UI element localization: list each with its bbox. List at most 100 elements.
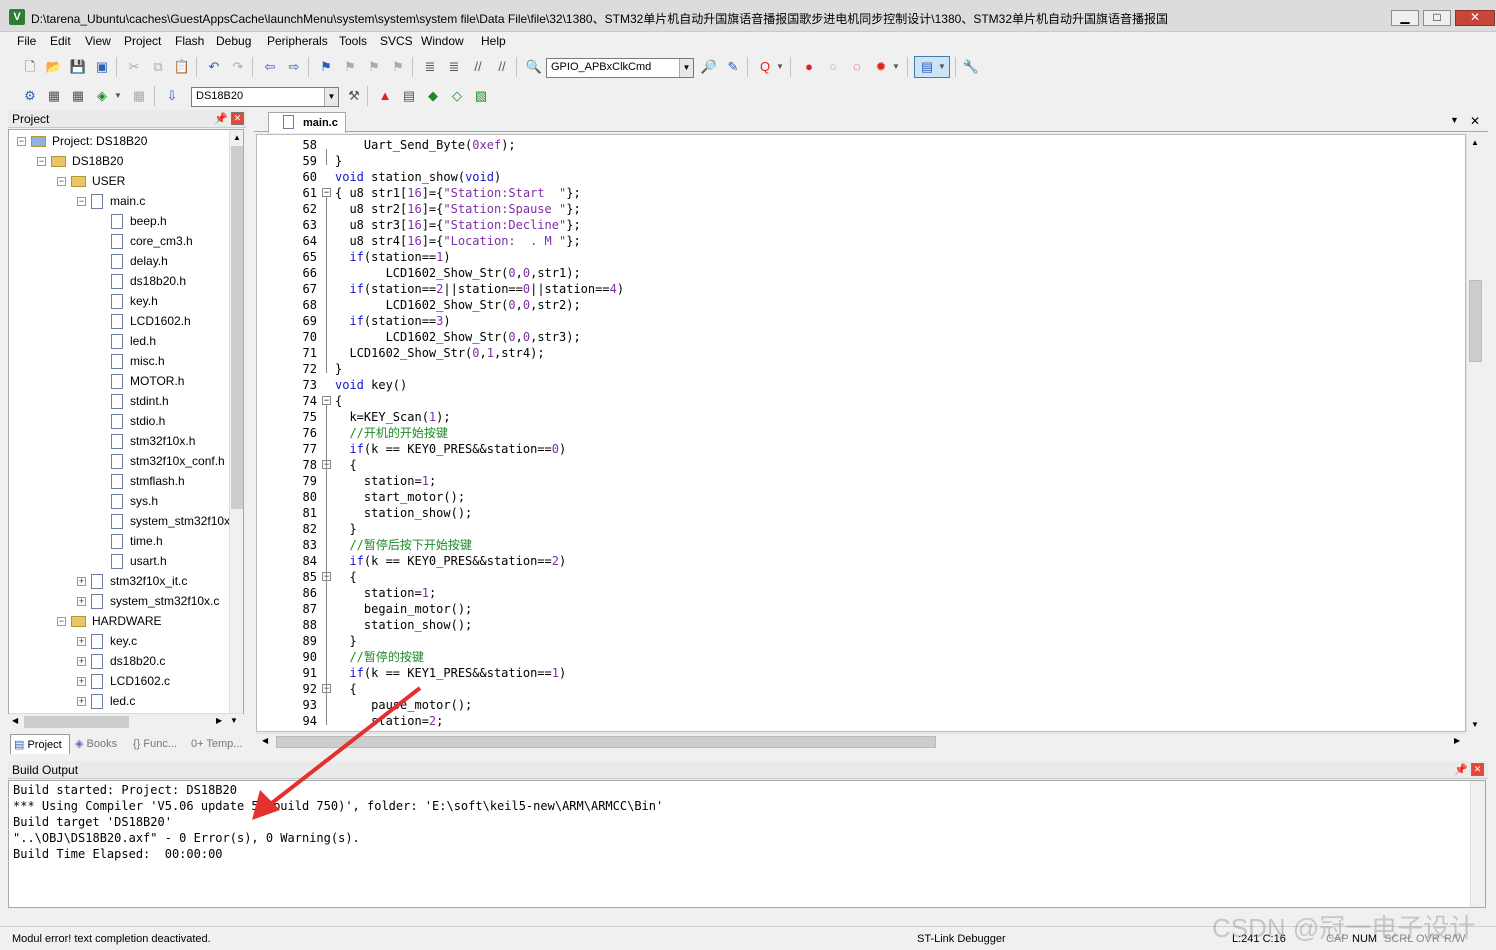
tree-item[interactable]: stdint.h	[111, 391, 169, 411]
tree-item[interactable]: MOTOR.h	[111, 371, 184, 391]
tree-item[interactable]: stdio.h	[111, 411, 165, 431]
redo-icon[interactable]: ↷	[229, 58, 247, 76]
editor-scrollbar-thumb[interactable]	[1469, 280, 1482, 362]
tab-project[interactable]: ▤ Project	[10, 734, 70, 754]
tree-scrollbar[interactable]: ▲	[229, 130, 243, 713]
expand-toggle[interactable]: +	[77, 637, 86, 646]
expand-toggle[interactable]: +	[77, 677, 86, 686]
tab-main-c[interactable]: main.c	[268, 112, 346, 133]
menu-svcs[interactable]: SVCS	[380, 34, 413, 48]
tree-item[interactable]: system_stm32f10x.c	[91, 591, 219, 611]
chevron-down-icon[interactable]: ▼	[891, 58, 901, 76]
minimize-button[interactable]: ▁	[1391, 10, 1419, 26]
editor-hscrollbar[interactable]: ◀ ▶	[256, 733, 1466, 749]
target-combo[interactable]: DS18B20	[191, 87, 339, 107]
collapse-toggle[interactable]: −	[57, 177, 66, 186]
expand-toggle[interactable]: +	[77, 697, 86, 706]
tree-item[interactable]: time.h	[111, 531, 163, 551]
tree-hscrollbar[interactable]: ◀ ▶ ▼	[9, 713, 243, 729]
chevron-down-icon[interactable]: ▼	[113, 87, 123, 105]
expand-toggle[interactable]: +	[77, 657, 86, 666]
next-bookmark-icon[interactable]: ⚑	[365, 58, 383, 76]
tree-item[interactable]: ds18b20.c	[91, 651, 165, 671]
clear-bookmarks-icon[interactable]: ⚑	[389, 58, 407, 76]
build-icon[interactable]: ▦	[45, 87, 63, 105]
find-combo[interactable]: GPIO_APBxClkCmd	[546, 58, 694, 78]
tree-item[interactable]: sys.h	[111, 491, 158, 511]
new-file-icon[interactable]: 🗋	[21, 58, 39, 76]
tree-item[interactable]: LCD1602.c	[91, 671, 170, 691]
target-options-icon[interactable]: ⚒	[345, 87, 363, 105]
menu-window[interactable]: Window	[421, 34, 464, 48]
menu-file[interactable]: File	[17, 34, 36, 48]
indent-icon[interactable]: ≣	[421, 58, 439, 76]
tree-item[interactable]: misc.h	[111, 351, 165, 371]
comment-icon[interactable]: //	[469, 58, 487, 76]
pack-installer-icon[interactable]: ◇	[448, 87, 466, 105]
close-tab-icon[interactable]: ✕	[1470, 114, 1480, 128]
manage-project-icon[interactable]: ▲	[376, 87, 394, 105]
tree-item[interactable]: stm32f10x_conf.h	[111, 451, 225, 471]
pin-icon[interactable]: 📌	[214, 112, 228, 125]
download-icon[interactable]: ⇩	[163, 87, 181, 105]
chevron-down-icon[interactable]: ▼	[937, 58, 947, 76]
menu-edit[interactable]: Edit	[50, 34, 71, 48]
tree-item[interactable]: beep.h	[111, 211, 167, 231]
menu-help[interactable]: Help	[481, 34, 506, 48]
configure-icon[interactable]: 🔧	[962, 58, 980, 76]
undo-icon[interactable]: ↶	[205, 58, 223, 76]
tree-item[interactable]: ds18b20.h	[111, 271, 186, 291]
tab-books[interactable]: ◈ Books	[72, 734, 132, 754]
tree-item[interactable]: Project: DS18B20	[31, 131, 147, 151]
select-packs-icon[interactable]: ◆	[424, 87, 442, 105]
nav-forward-icon[interactable]: ⇨	[285, 58, 303, 76]
chevron-up-icon[interactable]: ▲	[1471, 138, 1479, 147]
chevron-up-icon[interactable]: ▲	[230, 130, 244, 146]
collapse-toggle[interactable]: −	[77, 197, 86, 206]
close-button[interactable]: ✕	[1455, 10, 1495, 26]
start-debug-icon[interactable]: Q	[756, 58, 774, 76]
output-scrollbar[interactable]	[1470, 781, 1485, 907]
window-layout-icon[interactable]: ▤	[918, 58, 936, 76]
chevron-down-icon[interactable]: ▼	[1450, 115, 1459, 125]
collapse-toggle[interactable]: −	[37, 157, 46, 166]
open-file-icon[interactable]: 📂	[45, 58, 63, 76]
translate-icon[interactable]: ⚙	[21, 87, 39, 105]
tree-item[interactable]: led.h	[111, 331, 156, 351]
chevron-down-icon[interactable]: ▼	[324, 88, 338, 106]
expand-toggle[interactable]: +	[77, 577, 86, 586]
expand-toggle[interactable]: +	[77, 597, 86, 606]
chevron-down-icon[interactable]: ▼	[679, 59, 693, 77]
menu-project[interactable]: Project	[124, 34, 161, 48]
uncomment-icon[interactable]: //	[493, 58, 511, 76]
chevron-right-icon[interactable]: ▶	[1454, 736, 1460, 745]
menu-debug[interactable]: Debug	[216, 34, 251, 48]
editor-scrollbar[interactable]: ▲ ▼	[1466, 134, 1484, 732]
find-in-files-icon[interactable]: 🔍	[525, 58, 543, 76]
menu-flash[interactable]: Flash	[175, 34, 204, 48]
save-all-icon[interactable]: ▣	[93, 58, 111, 76]
tree-hscrollbar-thumb[interactable]	[24, 716, 129, 728]
menu-peripherals[interactable]: Peripherals	[267, 34, 328, 48]
tree-item[interactable]: USER	[71, 171, 125, 191]
fold-toggle[interactable]: −	[322, 396, 331, 405]
tree-item[interactable]: stmflash.h	[111, 471, 185, 491]
tree-item[interactable]: stm32f10x.h	[111, 431, 195, 451]
tree-item[interactable]: core_cm3.h	[111, 231, 193, 251]
tree-item[interactable]: key.h	[111, 291, 158, 311]
find-icon[interactable]: 🔎	[700, 58, 718, 76]
tree-item[interactable]: main.c	[91, 191, 145, 211]
save-icon[interactable]: 💾	[69, 58, 87, 76]
chevron-down-icon[interactable]: ▼	[775, 58, 785, 76]
batch-build-icon[interactable]: ◈	[93, 87, 111, 105]
copy-icon[interactable]: ⧉	[149, 58, 167, 76]
rebuild-icon[interactable]: ▦	[69, 87, 87, 105]
unindent-icon[interactable]: ≣	[445, 58, 463, 76]
menu-tools[interactable]: Tools	[339, 34, 367, 48]
stop-build-icon[interactable]: ▦	[130, 87, 148, 105]
disable-breakpoint-icon[interactable]: ○	[824, 58, 842, 76]
pin-icon[interactable]: 📌	[1454, 763, 1468, 776]
tree-item[interactable]: key.c	[91, 631, 137, 651]
maximize-button[interactable]: □	[1423, 10, 1451, 26]
tree-item[interactable]: LCD1602.h	[111, 311, 191, 331]
